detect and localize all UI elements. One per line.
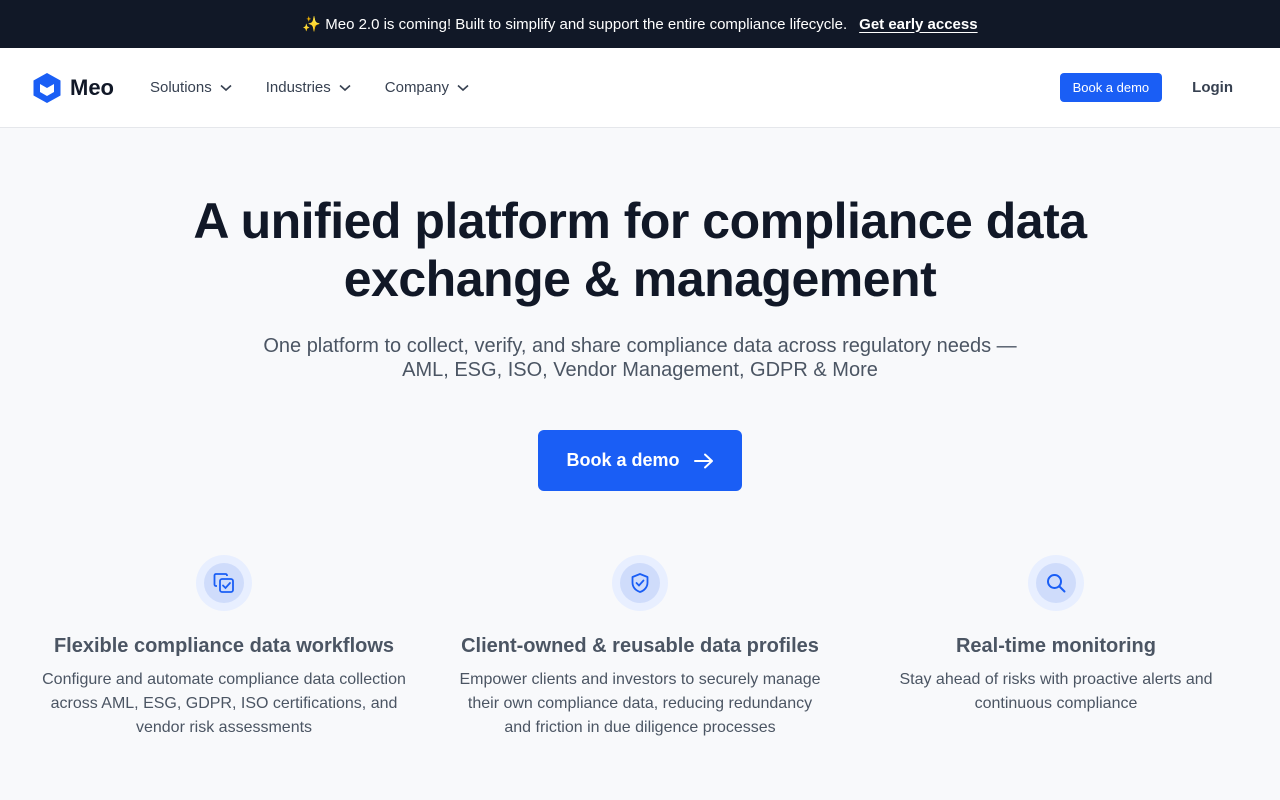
feature-profiles: Client-owned & reusable data profiles Em… — [456, 555, 824, 740]
features-row: Flexible compliance data workflows Confi… — [0, 555, 1280, 740]
top-nav: Meo Solutions Industries Company Book a … — [0, 48, 1280, 128]
feature-workflows: Flexible compliance data workflows Confi… — [40, 555, 408, 740]
chevron-down-icon — [457, 84, 469, 91]
menu-label: Company — [384, 79, 449, 96]
shield-check-icon — [631, 573, 649, 593]
arrow-right-icon — [693, 453, 713, 468]
logo[interactable]: Meo — [32, 72, 114, 104]
logo-text: Meo — [70, 74, 114, 100]
feature-monitoring: Real-time monitoring Stay ahead of risks… — [872, 555, 1240, 740]
chevron-down-icon — [339, 84, 351, 91]
login-link[interactable]: Login — [1192, 79, 1233, 96]
feature-icon-badge — [612, 555, 668, 611]
announcement-text: ✨ Meo 2.0 is coming! Built to simplify a… — [302, 16, 848, 33]
hero-subtitle: One platform to collect, verify, and sha… — [263, 335, 1017, 381]
feature-text: Configure and automate compliance data c… — [42, 671, 406, 736]
feature-title: Real-time monitoring — [955, 635, 1156, 657]
hero-section: A unified platform for compliance data e… — [0, 128, 1280, 491]
nav-book-demo-button[interactable]: Book a demo — [1059, 73, 1163, 102]
cta-label: Book a demo — [566, 450, 680, 470]
early-access-link[interactable]: Get early access — [859, 16, 977, 33]
feature-icon-badge — [196, 555, 252, 611]
feature-title: Client-owned & reusable data profiles — [461, 635, 819, 657]
feature-icon-badge — [1028, 555, 1084, 611]
menu-company[interactable]: Company — [385, 79, 469, 96]
hero-title: A unified platform for compliance data e… — [193, 193, 1087, 307]
feature-text: Stay ahead of risks with proactive alert… — [899, 671, 1213, 712]
menu-industries[interactable]: Industries — [266, 79, 351, 96]
copy-check-icon — [213, 573, 234, 593]
search-icon — [1047, 574, 1066, 593]
meo-logo-icon — [33, 72, 61, 103]
main-menu: Solutions Industries Company — [150, 79, 469, 96]
menu-solutions[interactable]: Solutions — [150, 79, 232, 96]
announcement-bar: ✨ Meo 2.0 is coming! Built to simplify a… — [0, 0, 1280, 48]
hero-book-demo-button[interactable]: Book a demo — [538, 430, 742, 491]
feature-text: Empower clients and investors to securel… — [459, 671, 821, 736]
chevron-down-icon — [220, 84, 232, 91]
menu-label: Industries — [265, 79, 331, 96]
menu-label: Solutions — [150, 79, 212, 96]
feature-title: Flexible compliance data workflows — [53, 635, 395, 657]
